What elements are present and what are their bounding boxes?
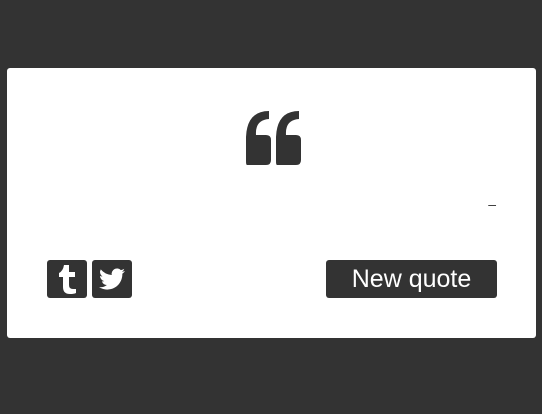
twitter-share-button[interactable] [92, 260, 132, 298]
quote-box: – New quote [7, 68, 536, 338]
quote-text [47, 172, 496, 173]
tumblr-icon [59, 265, 76, 294]
twitter-icon [99, 268, 125, 290]
author-dash: – [488, 196, 496, 212]
tumblr-share-button[interactable] [47, 260, 87, 298]
new-quote-button[interactable]: New quote [326, 260, 497, 298]
quote-left-icon [246, 111, 301, 165]
quote-author: – [488, 196, 496, 212]
